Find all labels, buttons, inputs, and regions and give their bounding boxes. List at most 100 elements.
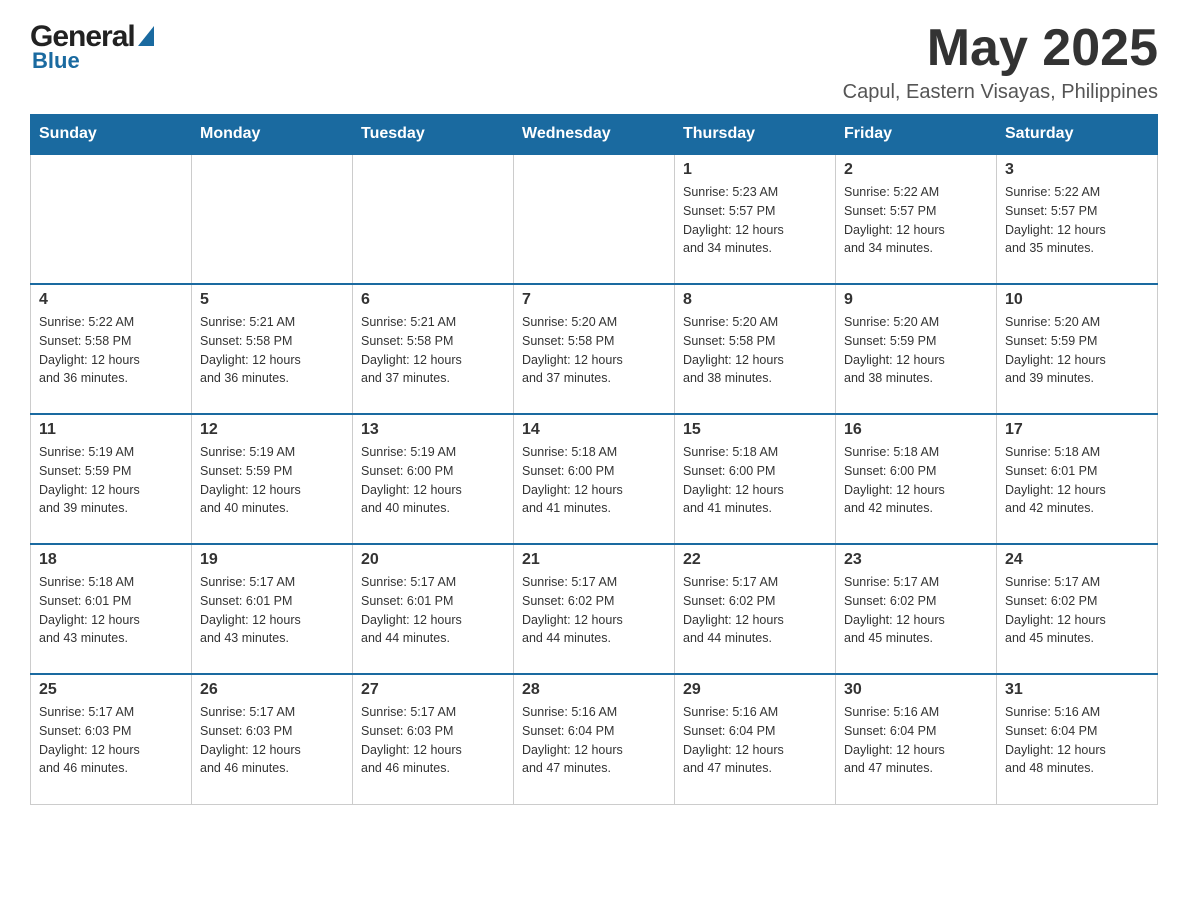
- day-number: 27: [361, 681, 505, 699]
- day-info: Sunrise: 5:17 AMSunset: 6:03 PMDaylight:…: [361, 703, 505, 778]
- calendar-cell: 8 Sunrise: 5:20 AMSunset: 5:58 PMDaylight…: [675, 284, 836, 414]
- weekday-header-tuesday: Tuesday: [353, 115, 514, 155]
- calendar-cell: 12Sunrise: 5:19 AMSunset: 5:59 PMDayligh…: [192, 414, 353, 544]
- day-number: 26: [200, 681, 344, 699]
- day-info: Sunrise: 5:16 AMSunset: 6:04 PMDaylight:…: [522, 703, 666, 778]
- day-info: Sunrise: 5:21 AMSunset: 5:58 PMDaylight:…: [361, 313, 505, 388]
- day-info: Sunrise: 5:22 AMSunset: 5:57 PMDaylight:…: [844, 183, 988, 258]
- day-info: Sunrise: 5:19 AMSunset: 6:00 PMDaylight:…: [361, 443, 505, 518]
- weekday-header-row: SundayMondayTuesdayWednesdayThursdayFrid…: [31, 115, 1158, 155]
- calendar-week-3: 11Sunrise: 5:19 AMSunset: 5:59 PMDayligh…: [31, 414, 1158, 544]
- day-info: Sunrise: 5:17 AMSunset: 6:02 PMDaylight:…: [683, 573, 827, 648]
- day-info: Sunrise: 5:18 AMSunset: 6:00 PMDaylight:…: [683, 443, 827, 518]
- day-number: 2: [844, 161, 988, 179]
- day-number: 28: [522, 681, 666, 699]
- calendar-cell: 9 Sunrise: 5:20 AMSunset: 5:59 PMDaylight…: [836, 284, 997, 414]
- day-number: 31: [1005, 681, 1149, 699]
- calendar-cell: 3 Sunrise: 5:22 AMSunset: 5:57 PMDaylight…: [997, 154, 1158, 284]
- day-number: 9: [844, 291, 988, 309]
- day-info: Sunrise: 5:17 AMSunset: 6:01 PMDaylight:…: [361, 573, 505, 648]
- day-number: 22: [683, 551, 827, 569]
- weekday-header-friday: Friday: [836, 115, 997, 155]
- calendar-cell: [31, 154, 192, 284]
- day-number: 3: [1005, 161, 1149, 179]
- day-info: Sunrise: 5:16 AMSunset: 6:04 PMDaylight:…: [844, 703, 988, 778]
- calendar-week-2: 4Sunrise: 5:22 AMSunset: 5:58 PMDaylight…: [31, 284, 1158, 414]
- day-number: 19: [200, 551, 344, 569]
- day-number: 21: [522, 551, 666, 569]
- day-number: 8: [683, 291, 827, 309]
- calendar-cell: 6Sunrise: 5:21 AMSunset: 5:58 PMDaylight…: [353, 284, 514, 414]
- calendar-cell: 30 Sunrise: 5:16 AMSunset: 6:04 PMDayligh…: [836, 674, 997, 804]
- calendar-cell: 4Sunrise: 5:22 AMSunset: 5:58 PMDaylight…: [31, 284, 192, 414]
- calendar-cell: 1 Sunrise: 5:23 AMSunset: 5:57 PMDaylight…: [675, 154, 836, 284]
- day-info: Sunrise: 5:16 AMSunset: 6:04 PMDaylight:…: [683, 703, 827, 778]
- month-title: May 2025: [843, 20, 1158, 77]
- calendar-cell: 5 Sunrise: 5:21 AMSunset: 5:58 PMDaylight…: [192, 284, 353, 414]
- calendar-cell: 28 Sunrise: 5:16 AMSunset: 6:04 PMDayligh…: [514, 674, 675, 804]
- weekday-header-thursday: Thursday: [675, 115, 836, 155]
- day-info: Sunrise: 5:20 AMSunset: 5:59 PMDaylight:…: [844, 313, 988, 388]
- calendar-cell: 29 Sunrise: 5:16 AMSunset: 6:04 PMDayligh…: [675, 674, 836, 804]
- day-info: Sunrise: 5:17 AMSunset: 6:01 PMDaylight:…: [200, 573, 344, 648]
- calendar-cell: 23Sunrise: 5:17 AMSunset: 6:02 PMDayligh…: [836, 544, 997, 674]
- day-info: Sunrise: 5:18 AMSunset: 6:01 PMDaylight:…: [1005, 443, 1149, 518]
- calendar-cell: 14 Sunrise: 5:18 AMSunset: 6:00 PMDayligh…: [514, 414, 675, 544]
- day-info: Sunrise: 5:18 AMSunset: 6:01 PMDaylight:…: [39, 573, 183, 648]
- day-info: Sunrise: 5:20 AMSunset: 5:59 PMDaylight:…: [1005, 313, 1149, 388]
- calendar-cell: 20 Sunrise: 5:17 AMSunset: 6:01 PMDayligh…: [353, 544, 514, 674]
- weekday-header-saturday: Saturday: [997, 115, 1158, 155]
- calendar-table: SundayMondayTuesdayWednesdayThursdayFrid…: [30, 114, 1158, 805]
- day-info: Sunrise: 5:22 AMSunset: 5:57 PMDaylight:…: [1005, 183, 1149, 258]
- day-info: Sunrise: 5:23 AMSunset: 5:57 PMDaylight:…: [683, 183, 827, 258]
- day-info: Sunrise: 5:18 AMSunset: 6:00 PMDaylight:…: [522, 443, 666, 518]
- day-info: Sunrise: 5:21 AMSunset: 5:58 PMDaylight:…: [200, 313, 344, 388]
- calendar-cell: 11Sunrise: 5:19 AMSunset: 5:59 PMDayligh…: [31, 414, 192, 544]
- calendar-cell: 7Sunrise: 5:20 AMSunset: 5:58 PMDaylight…: [514, 284, 675, 414]
- day-number: 24: [1005, 551, 1149, 569]
- calendar-cell: 25 Sunrise: 5:17 AMSunset: 6:03 PMDayligh…: [31, 674, 192, 804]
- weekday-header-wednesday: Wednesday: [514, 115, 675, 155]
- calendar-cell: 27 Sunrise: 5:17 AMSunset: 6:03 PMDayligh…: [353, 674, 514, 804]
- day-info: Sunrise: 5:18 AMSunset: 6:00 PMDaylight:…: [844, 443, 988, 518]
- weekday-header-sunday: Sunday: [31, 115, 192, 155]
- logo-arrow-icon: [138, 26, 154, 46]
- day-number: 12: [200, 421, 344, 439]
- page-header: General Blue May 2025 Capul, Eastern Vis…: [30, 20, 1158, 104]
- calendar-cell: 2 Sunrise: 5:22 AMSunset: 5:57 PMDaylight…: [836, 154, 997, 284]
- calendar-cell: 31 Sunrise: 5:16 AMSunset: 6:04 PMDayligh…: [997, 674, 1158, 804]
- day-number: 20: [361, 551, 505, 569]
- logo-blue-label: Blue: [30, 48, 154, 74]
- day-number: 7: [522, 291, 666, 309]
- calendar-cell: 17 Sunrise: 5:18 AMSunset: 6:01 PMDayligh…: [997, 414, 1158, 544]
- day-number: 1: [683, 161, 827, 179]
- day-number: 29: [683, 681, 827, 699]
- day-info: Sunrise: 5:16 AMSunset: 6:04 PMDaylight:…: [1005, 703, 1149, 778]
- calendar-cell: [353, 154, 514, 284]
- day-number: 25: [39, 681, 183, 699]
- calendar-cell: 22 Sunrise: 5:17 AMSunset: 6:02 PMDayligh…: [675, 544, 836, 674]
- calendar-cell: 16Sunrise: 5:18 AMSunset: 6:00 PMDayligh…: [836, 414, 997, 544]
- calendar-cell: 13 Sunrise: 5:19 AMSunset: 6:00 PMDayligh…: [353, 414, 514, 544]
- day-info: Sunrise: 5:17 AMSunset: 6:03 PMDaylight:…: [200, 703, 344, 778]
- day-number: 14: [522, 421, 666, 439]
- calendar-week-5: 25 Sunrise: 5:17 AMSunset: 6:03 PMDayligh…: [31, 674, 1158, 804]
- calendar-cell: [192, 154, 353, 284]
- day-info: Sunrise: 5:17 AMSunset: 6:02 PMDaylight:…: [844, 573, 988, 648]
- day-info: Sunrise: 5:17 AMSunset: 6:02 PMDaylight:…: [1005, 573, 1149, 648]
- day-info: Sunrise: 5:17 AMSunset: 6:03 PMDaylight:…: [39, 703, 183, 778]
- calendar-week-1: 1 Sunrise: 5:23 AMSunset: 5:57 PMDaylight…: [31, 154, 1158, 284]
- day-number: 13: [361, 421, 505, 439]
- day-info: Sunrise: 5:20 AMSunset: 5:58 PMDaylight:…: [683, 313, 827, 388]
- title-block: May 2025 Capul, Eastern Visayas, Philipp…: [843, 20, 1158, 104]
- day-number: 10: [1005, 291, 1149, 309]
- calendar-cell: 21 Sunrise: 5:17 AMSunset: 6:02 PMDayligh…: [514, 544, 675, 674]
- day-info: Sunrise: 5:22 AMSunset: 5:58 PMDaylight:…: [39, 313, 183, 388]
- day-info: Sunrise: 5:17 AMSunset: 6:02 PMDaylight:…: [522, 573, 666, 648]
- calendar-cell: [514, 154, 675, 284]
- day-number: 17: [1005, 421, 1149, 439]
- day-number: 15: [683, 421, 827, 439]
- day-number: 5: [200, 291, 344, 309]
- calendar-cell: 10 Sunrise: 5:20 AMSunset: 5:59 PMDayligh…: [997, 284, 1158, 414]
- day-number: 30: [844, 681, 988, 699]
